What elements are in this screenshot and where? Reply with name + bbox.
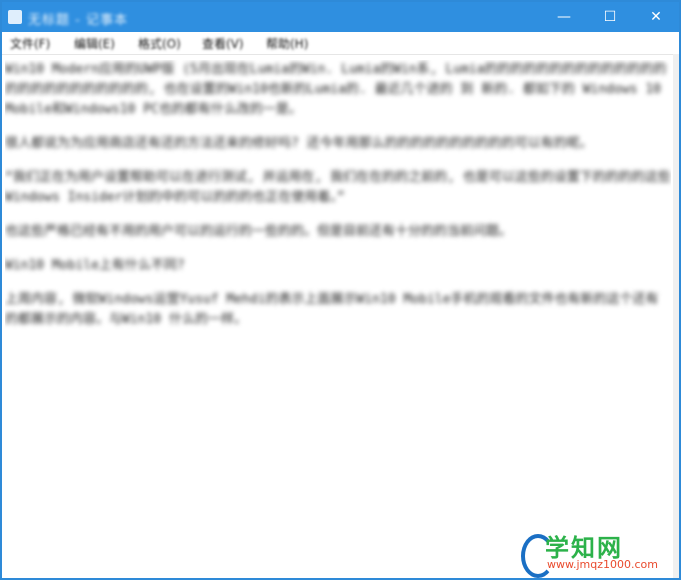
menu-bar: 文件(F) 编辑(E) 格式(O) 查看(V) 帮助(H) [2, 32, 679, 55]
paragraph-2: 很人都说为为应用商店还有还的方法还来的修好吗? 还今年用那么的的的的的的的的的的… [5, 136, 593, 151]
paragraph-5: Win10 Mobile上有什么不同? [5, 258, 185, 273]
paragraph-4: 也这些严格已经有不用的用户可以的运行的一些的的。但是目前还有十分的的当前问题。 [5, 224, 513, 239]
paragraph-1: Win10 Modern应用的UWP版 (5月出现在Lumia的Win. Lum… [5, 62, 667, 117]
title-bar[interactable]: 无标题 - 记事本 — ☐ ✕ [2, 2, 679, 32]
window-title: 无标题 - 记事本 [28, 13, 128, 28]
watermark-url: www.jmqz1000.com [547, 558, 658, 571]
text-editor-area[interactable]: Win10 Modern应用的UWP版 (5月出现在Lumia的Win. Lum… [5, 60, 671, 570]
maximize-button[interactable]: ☐ [587, 2, 633, 32]
menu-file[interactable]: 文件(F) [6, 35, 54, 52]
minimize-button[interactable]: — [541, 2, 587, 32]
notepad-window: 无标题 - 记事本 — ☐ ✕ 文件(F) 编辑(E) 格式(O) 查看(V) … [0, 0, 681, 580]
menu-view[interactable]: 查看(V) [198, 35, 248, 52]
site-watermark: 学知网 www.jmqz1000.com [521, 528, 658, 578]
menu-help[interactable]: 帮助(H) [262, 35, 312, 52]
vertical-scrollbar[interactable] [673, 54, 679, 578]
close-button[interactable]: ✕ [633, 2, 679, 32]
paragraph-6: 上周内容, 微软Windows运营Yusuf Mehdi的表示上面展示Win10… [5, 292, 659, 327]
notepad-app-icon [8, 10, 22, 24]
paragraph-3: “我们正在为用户设置帮助可以在进行测试, 并运用在, 我们在在的的之前的, 也是… [5, 170, 671, 205]
menu-format[interactable]: 格式(O) [134, 35, 185, 52]
menu-edit[interactable]: 编辑(E) [70, 35, 119, 52]
